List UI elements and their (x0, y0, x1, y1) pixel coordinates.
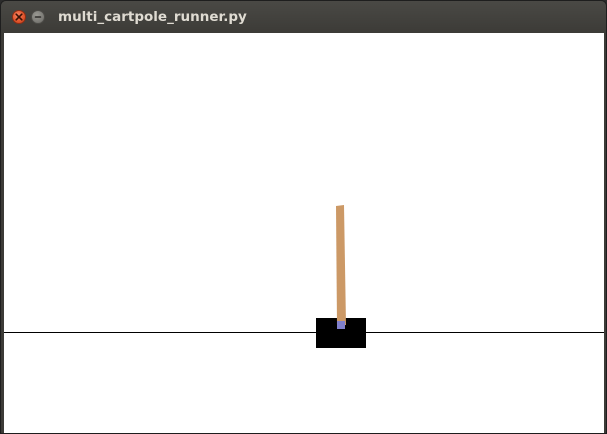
minimize-button[interactable] (31, 10, 45, 24)
app-window: multi_cartpole_runner.py (0, 0, 607, 434)
close-button[interactable] (12, 10, 26, 24)
window-title: multi_cartpole_runner.py (58, 9, 247, 25)
title-bar[interactable]: multi_cartpole_runner.py (1, 1, 606, 33)
axle (337, 321, 345, 329)
close-icon (15, 13, 23, 21)
render-canvas (4, 33, 604, 433)
minimize-icon (34, 16, 42, 18)
pole (336, 205, 346, 326)
cartpole-scene (4, 205, 604, 348)
